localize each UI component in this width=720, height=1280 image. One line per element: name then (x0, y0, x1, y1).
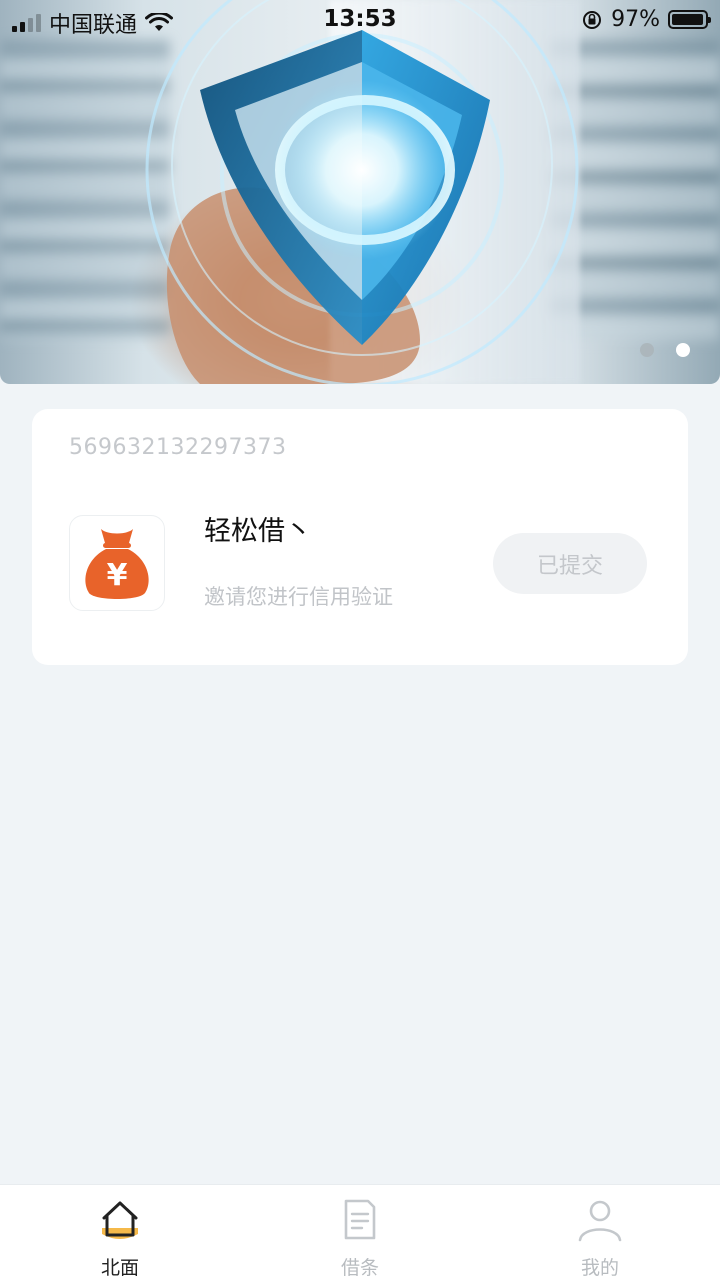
carousel-indicator[interactable] (640, 343, 690, 357)
battery-percentage: 97% (611, 7, 660, 32)
svg-text:¥: ¥ (107, 558, 128, 593)
app-description: 邀请您进行信用验证 (204, 585, 393, 609)
submitted-status-button[interactable]: 已提交 (493, 533, 647, 594)
carousel-dot-1[interactable] (640, 343, 654, 357)
tab-iou[interactable]: 借条 (240, 1185, 480, 1280)
carousel-dot-2[interactable] (676, 343, 690, 357)
home-icon (97, 1197, 143, 1243)
banner-carousel[interactable] (0, 0, 720, 384)
money-bag-yuan-icon: ¥ (69, 515, 165, 611)
shield-illustration (145, 0, 579, 384)
bottom-tab-bar: 北面 借条 我的 (0, 1184, 720, 1280)
battery-icon (668, 10, 711, 29)
tab-iou-label: 借条 (340, 1257, 379, 1279)
status-bar: 中国联通 13:53 97% (0, 0, 720, 40)
user-icon (577, 1197, 623, 1243)
app-name: 轻松借丶 (204, 516, 312, 547)
tab-profile-label: 我的 (580, 1257, 619, 1279)
orientation-lock-icon (583, 10, 602, 29)
loan-app-card[interactable]: 569632132297373 ¥ 轻松借丶 邀请您进行信用验证 已提交 (32, 409, 688, 665)
tab-home[interactable]: 北面 (0, 1185, 240, 1280)
document-icon (337, 1197, 383, 1243)
status-right: 97% (581, 7, 711, 32)
home-screen: 中国联通 13:53 97% 569632132297373 ¥ 轻松借丶 邀请… (0, 0, 720, 1280)
card-id-number: 569632132297373 (69, 435, 287, 460)
tab-home-label: 北面 (100, 1257, 139, 1279)
battery-fill (672, 14, 704, 25)
tab-profile[interactable]: 我的 (480, 1185, 720, 1280)
